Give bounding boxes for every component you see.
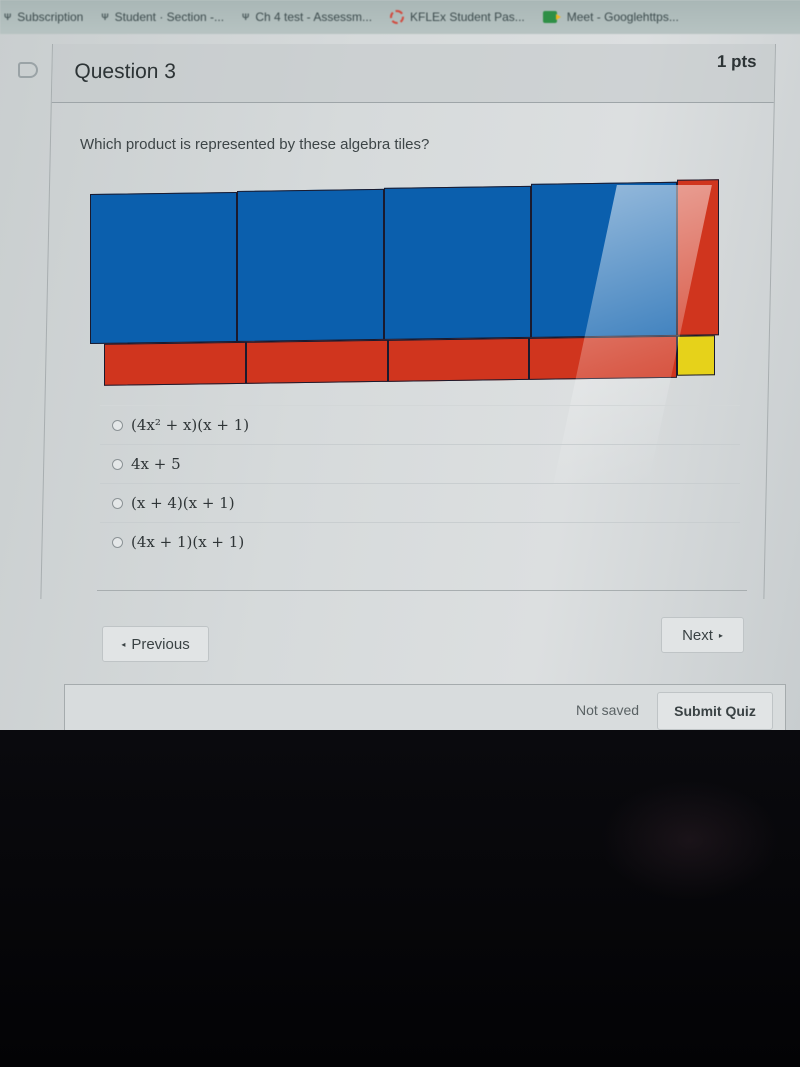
question-card-border (97, 590, 747, 591)
tile-x-squared (237, 188, 384, 342)
flag-question-icon[interactable] (18, 62, 38, 78)
tile-x-squared (384, 185, 531, 340)
bookmark-label: Subscription (17, 10, 84, 24)
bookmark-label: KFLEx Student Pas... (410, 10, 525, 24)
previous-label: Previous (131, 635, 190, 653)
web-icon: Ψ (242, 12, 250, 22)
next-button[interactable]: Next ▸ (661, 617, 744, 653)
radio-button[interactable] (112, 419, 123, 431)
bookmark-ch4-test[interactable]: Ψ Ch 4 test - Assessm... (242, 10, 372, 24)
tile-x-horizontal (246, 339, 388, 384)
answer-option[interactable]: 4x + 5 (100, 444, 740, 483)
algebra-tiles-figure (90, 175, 720, 389)
answer-label: (x + 4)(x + 1) (131, 494, 235, 512)
web-icon: Ψ (4, 12, 12, 22)
answer-label: (4x² + x)(x + 1) (131, 416, 250, 434)
web-icon: Ψ (101, 12, 109, 22)
tile-x-horizontal (529, 335, 677, 380)
radio-button[interactable] (112, 497, 123, 509)
bookmark-subscription[interactable]: Ψ Subscription (4, 10, 83, 24)
bookmark-kflex[interactable]: KFLEx Student Pas... (390, 10, 525, 24)
next-label: Next (682, 626, 713, 644)
question-header: Question 3 1 pts (51, 44, 776, 103)
tile-x-horizontal (388, 337, 529, 382)
meet-icon (542, 11, 561, 23)
bookmark-student-section[interactable]: Ψ Student · Section -... (101, 10, 224, 24)
tile-x-vertical (677, 179, 719, 336)
tile-x-horizontal (104, 341, 246, 386)
answer-list: (4x² + x)(x + 1) 4x + 5 (x + 4)(x + 1) (… (100, 405, 740, 561)
bookmark-label: Meet - Googlehttps... (566, 10, 679, 24)
submit-label: Submit Quiz (674, 703, 756, 719)
radio-button[interactable] (112, 536, 123, 548)
answer-option[interactable]: (x + 4)(x + 1) (100, 483, 740, 522)
tile-x-squared (90, 191, 237, 344)
answer-label: 4x + 5 (131, 455, 181, 473)
browser-screen: Ψ Subscription Ψ Student · Section -... … (0, 0, 800, 730)
bookmark-meet[interactable]: Meet - Googlehttps... (542, 10, 679, 24)
kflex-icon (390, 10, 405, 24)
question-prompt: Which product is represented by these al… (80, 136, 430, 153)
answer-option[interactable]: (4x² + x)(x + 1) (100, 405, 740, 444)
previous-button[interactable]: ◂ Previous (102, 626, 209, 662)
answer-option[interactable]: (4x + 1)(x + 1) (100, 522, 740, 561)
answer-label: (4x + 1)(x + 1) (131, 533, 245, 551)
bookmark-label: Ch 4 test - Assessm... (255, 10, 373, 24)
bookmark-label: Student · Section -... (114, 10, 225, 24)
question-points: 1 pts (716, 52, 757, 71)
bezel-reflection (600, 780, 780, 900)
chevron-left-icon: ◂ (121, 639, 126, 649)
chevron-right-icon: ▸ (718, 630, 723, 640)
submit-quiz-button[interactable]: Submit Quiz (657, 692, 773, 730)
save-status: Not saved (576, 702, 640, 718)
tile-x-squared (531, 181, 677, 338)
bookmarks-bar: Ψ Subscription Ψ Student · Section -... … (0, 0, 800, 34)
question-title: Question 3 (74, 60, 177, 83)
tile-unit (677, 335, 715, 376)
radio-button[interactable] (112, 458, 123, 470)
